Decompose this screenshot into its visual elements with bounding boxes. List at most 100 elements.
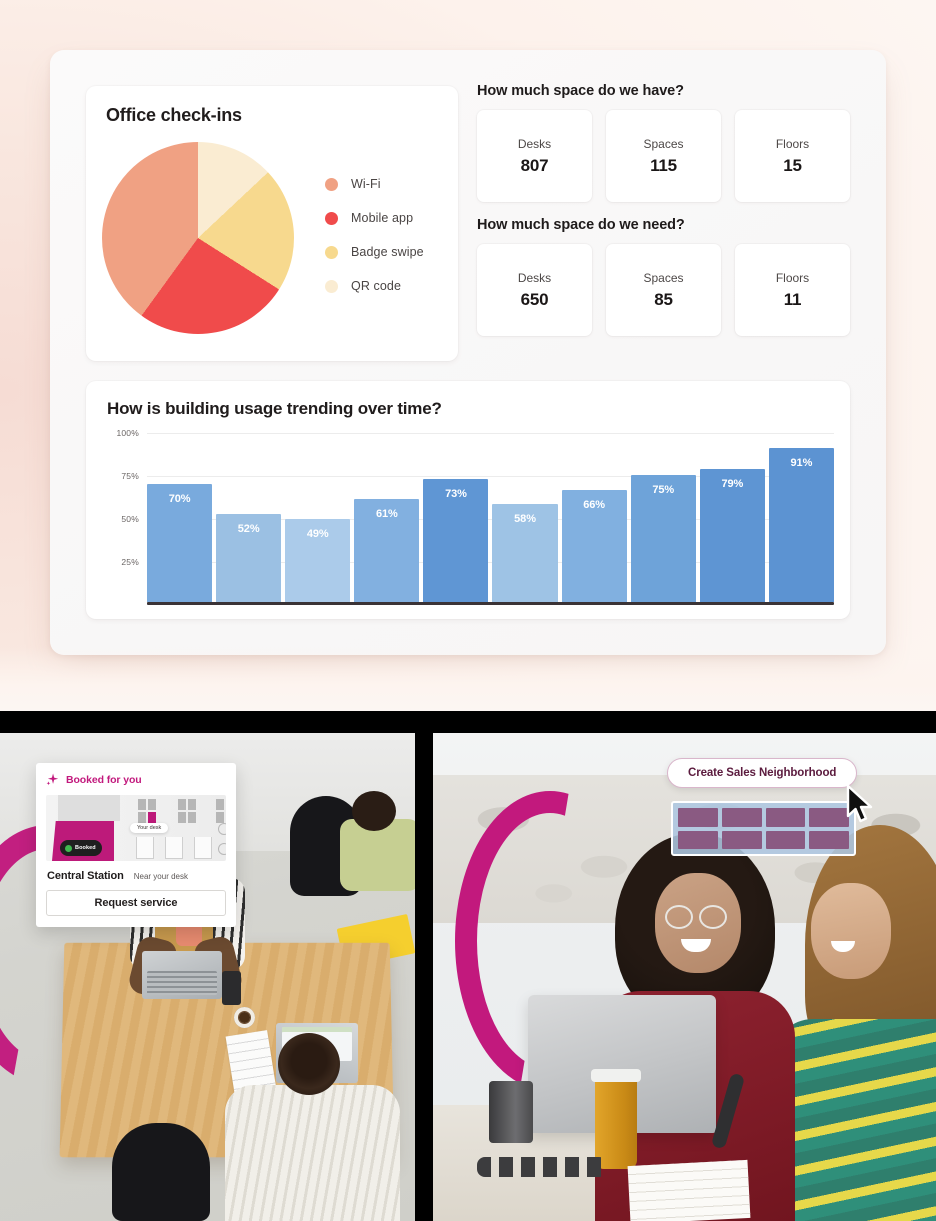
bar[interactable]: 66% xyxy=(562,490,627,602)
person-face xyxy=(811,883,891,979)
minimap-desk-selected xyxy=(148,812,156,823)
bar-value-label: 58% xyxy=(492,513,557,525)
stat-label: Floors xyxy=(776,137,809,151)
office-chair xyxy=(112,1123,210,1221)
hero-background: Office check-ins Wi-Fi Mobile app Badge … xyxy=(0,0,936,711)
bar-value-label: 91% xyxy=(769,457,834,469)
usage-card-title: How is building usage trending over time… xyxy=(86,381,850,419)
create-sales-neighborhood-button[interactable]: Create Sales Neighborhood xyxy=(667,758,857,788)
selection-tile xyxy=(722,808,762,827)
y-axis-tick-label: 100% xyxy=(116,428,139,438)
minimap-booth xyxy=(136,837,154,859)
eyeglasses-icon xyxy=(665,905,693,929)
phone xyxy=(222,971,241,1005)
bar[interactable]: 91% xyxy=(769,448,834,602)
building-usage-card: How is building usage trending over time… xyxy=(86,381,850,619)
stat-label: Spaces xyxy=(643,271,683,285)
minimap-desk xyxy=(178,799,186,810)
bar-value-label: 70% xyxy=(147,493,212,505)
section-divider-band xyxy=(0,711,936,733)
page-root: Office check-ins Wi-Fi Mobile app Badge … xyxy=(0,0,936,1221)
stat-value: 650 xyxy=(521,290,549,310)
booked-for-you-card[interactable]: Booked for you Booked Your desk Central … xyxy=(36,763,236,927)
floor-plan-minimap[interactable]: Booked Your desk xyxy=(46,795,226,861)
coffee-cup-lid xyxy=(591,1069,641,1082)
stat-card-desks-have: Desks 807 xyxy=(477,110,592,202)
your-desk-tooltip: Your desk xyxy=(130,823,168,833)
pie-card-title: Office check-ins xyxy=(86,86,458,126)
y-axis-tick-label: 50% xyxy=(121,514,139,524)
legend-swatch-icon xyxy=(325,212,338,225)
booked-status-badge: Booked xyxy=(60,840,102,856)
laptop xyxy=(142,951,222,999)
markers xyxy=(477,1157,607,1177)
stat-value: 115 xyxy=(650,156,677,176)
bar[interactable]: 75% xyxy=(631,475,696,602)
minimap-desk xyxy=(148,799,156,810)
stat-label: Floors xyxy=(776,271,809,285)
plot-grid-area: 70% 52% 49% 61% 73% 58% 66% 75% 79% 91% xyxy=(147,433,834,605)
y-axis-tick-label: 25% xyxy=(121,557,139,567)
bar[interactable]: 49% xyxy=(285,519,350,602)
person-body xyxy=(773,1019,936,1221)
legend-label: QR code xyxy=(351,279,401,293)
pie-chart-area: Wi-Fi Mobile app Badge swipe QR code xyxy=(102,142,424,334)
x-axis-baseline xyxy=(147,602,834,605)
person-figure xyxy=(278,1033,340,1095)
y-axis-tick-label: 75% xyxy=(121,471,139,481)
person-figure xyxy=(352,791,396,831)
bar[interactable]: 73% xyxy=(423,479,488,602)
legend-swatch-icon xyxy=(325,280,338,293)
minimap-desk xyxy=(188,812,196,823)
dashboard-frame: Office check-ins Wi-Fi Mobile app Badge … xyxy=(50,50,886,655)
bar-value-label: 75% xyxy=(631,484,696,496)
legend-item-wifi: Wi-Fi xyxy=(325,177,424,191)
stat-card-floors-need: Floors 11 xyxy=(735,244,850,336)
bar[interactable]: 52% xyxy=(216,514,281,602)
office-checkins-card: Office check-ins Wi-Fi Mobile app Badge … xyxy=(86,86,458,361)
legend-swatch-icon xyxy=(325,246,338,259)
minimap-desk-cluster xyxy=(216,799,226,823)
minimap-desk xyxy=(138,799,146,810)
pie-legend: Wi-Fi Mobile app Badge swipe QR code xyxy=(325,177,424,299)
bar[interactable]: 58% xyxy=(492,504,557,602)
sparkle-icon xyxy=(46,773,59,786)
minimap-desk xyxy=(216,812,224,823)
stat-label: Desks xyxy=(518,137,551,151)
space-have-heading: How much space do we have? xyxy=(477,83,850,99)
pie-chart xyxy=(102,142,294,334)
photo-panel-right: Create Sales Neighborhood xyxy=(433,733,936,1221)
legend-swatch-icon xyxy=(325,178,338,191)
bar-value-label: 73% xyxy=(423,488,488,500)
legend-item-badge-swipe: Badge swipe xyxy=(325,245,424,259)
bar[interactable]: 70% xyxy=(147,484,212,602)
stat-value: 85 xyxy=(654,290,673,310)
dashboard-inner: Office check-ins Wi-Fi Mobile app Badge … xyxy=(50,50,886,655)
bar-value-label: 49% xyxy=(285,528,350,540)
minimap-desk xyxy=(178,812,186,823)
booked-card-header: Booked for you xyxy=(46,773,226,786)
stat-value: 807 xyxy=(521,156,549,176)
bar[interactable]: 79% xyxy=(700,469,765,603)
bar-value-label: 79% xyxy=(700,478,765,490)
y-axis: 100% 75% 50% 25% xyxy=(107,433,143,605)
minimap-desk xyxy=(216,799,224,810)
minimap-booth xyxy=(165,837,183,859)
selection-tile xyxy=(766,831,806,850)
booking-location-row: Central Station Near your desk xyxy=(47,870,226,882)
person-figure xyxy=(225,1085,400,1221)
selection-tile xyxy=(766,808,806,827)
minimap-desk xyxy=(138,812,146,823)
selection-tile xyxy=(722,831,762,850)
photo-section: Booked for you Booked Your desk Central … xyxy=(0,733,936,1221)
status-badge-label: Booked xyxy=(75,845,96,851)
bar[interactable]: 61% xyxy=(354,499,419,602)
selection-tile xyxy=(809,831,849,850)
request-service-button[interactable]: Request service xyxy=(46,890,226,916)
minimap-chair xyxy=(218,823,226,835)
neighborhood-selection-overlay[interactable] xyxy=(671,801,856,856)
bar-series: 70% 52% 49% 61% 73% 58% 66% 75% 79% 91% xyxy=(147,433,834,602)
location-name: Central Station xyxy=(47,870,124,882)
space-need-cards: Desks 650 Spaces 85 Floors 11 xyxy=(477,244,850,336)
selection-tile xyxy=(678,808,718,827)
